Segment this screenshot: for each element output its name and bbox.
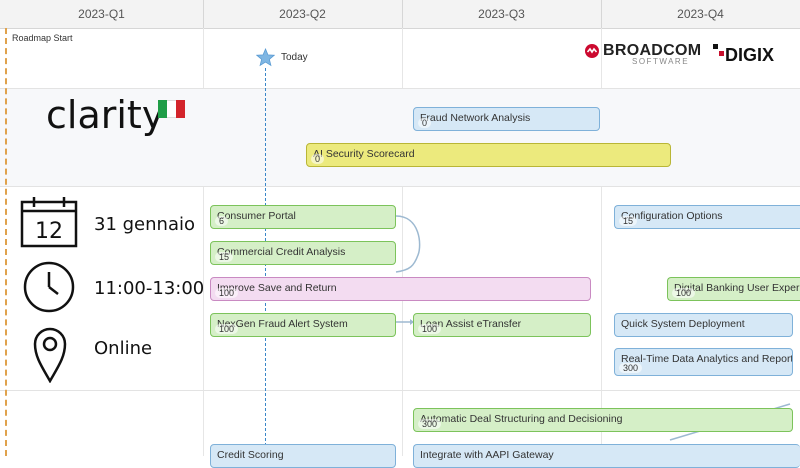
bar-nexgen-fraud-alert-system[interactable]: NexGen Fraud Alert System 100: [210, 313, 396, 337]
bar-label: Fraud Network Analysis: [420, 112, 531, 124]
bar-commercial-credit-analysis[interactable]: Commercial Credit Analysis 15: [210, 241, 396, 265]
bar-count: 15: [619, 216, 638, 226]
bar-label: Commercial Credit Analysis: [217, 246, 346, 258]
bar-count: 0: [311, 154, 325, 164]
bar-label: Quick System Deployment: [621, 318, 745, 330]
bar-count: 100: [215, 324, 239, 334]
bar-count: 300: [619, 363, 643, 373]
bar-label: AI Security Scorecard: [313, 148, 415, 160]
bar-consumer-portal[interactable]: Consumer Portal 6: [210, 205, 396, 229]
bar-count: 6: [215, 216, 229, 226]
bar-count: 15: [215, 252, 234, 262]
bar-count: 0: [418, 118, 432, 128]
bar-ai-security-scorecard[interactable]: AI Security Scorecard 0: [306, 143, 671, 167]
bar-label: Real-Time Data Analytics and Reporting: [621, 353, 793, 365]
bar-loan-assist-etransfer[interactable]: Loan Assist eTransfer 100: [413, 313, 591, 337]
bar-label: Credit Scoring: [217, 449, 284, 461]
bar-label: Consumer Portal: [217, 210, 296, 222]
bar-fraud-network-analysis[interactable]: Fraud Network Analysis 0: [413, 107, 600, 131]
bar-integrate-aapi-gateway[interactable]: Integrate with AAPI Gateway: [413, 444, 800, 468]
bar-count: 100: [215, 288, 239, 298]
bar-count: 100: [672, 288, 696, 298]
bar-improve-save-and-return[interactable]: Improve Save and Return 100: [210, 277, 591, 301]
bar-automatic-deal-structuring[interactable]: Automatic Deal Structuring and Decisioni…: [413, 408, 793, 432]
bar-quick-system-deployment[interactable]: Quick System Deployment: [614, 313, 793, 337]
bar-label: Integrate with AAPI Gateway: [420, 449, 554, 461]
bar-label: Automatic Deal Structuring and Decisioni…: [420, 413, 623, 425]
bar-credit-scoring[interactable]: Credit Scoring: [210, 444, 396, 468]
bar-digital-banking-user-experience[interactable]: Digital Banking User Experien 100: [667, 277, 800, 301]
bar-real-time-data-analytics[interactable]: Real-Time Data Analytics and Reporting 3…: [614, 348, 793, 376]
bar-count: 100: [418, 324, 442, 334]
bar-count: 300: [418, 419, 442, 429]
bar-configuration-options[interactable]: Configuration Options 15: [614, 205, 800, 229]
